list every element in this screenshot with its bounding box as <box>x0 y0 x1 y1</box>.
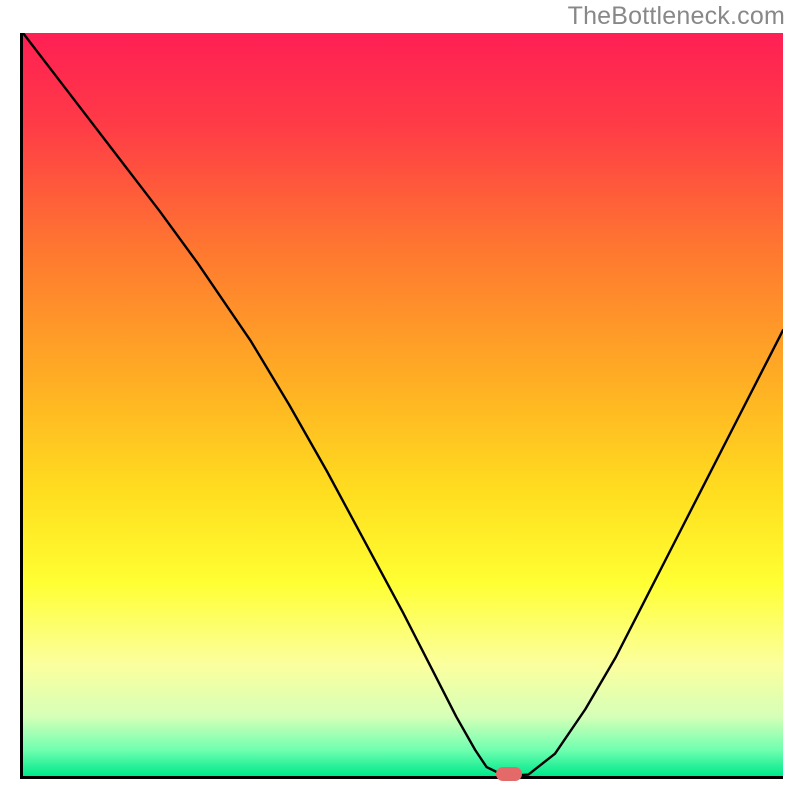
chart-frame: TheBottleneck.com <box>0 0 800 800</box>
optimal-point-marker <box>496 767 522 781</box>
watermark-text: TheBottleneck.com <box>568 2 785 31</box>
axes-border <box>20 33 783 779</box>
